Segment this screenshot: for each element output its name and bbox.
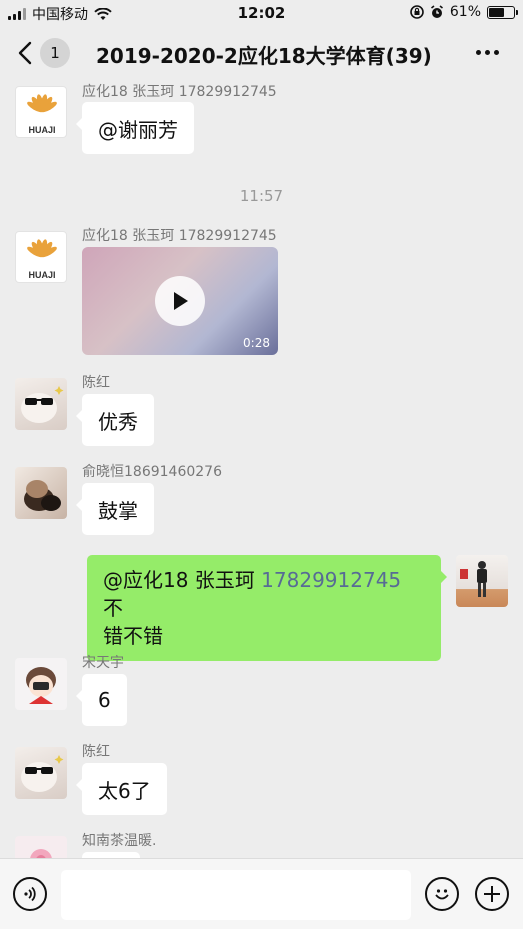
message-input[interactable] [61, 870, 411, 920]
emoji-icon [435, 889, 449, 900]
message-bubble[interactable]: 优秀 [76, 394, 154, 446]
flower-logo-icon: HUAJI [27, 239, 57, 280]
sender-name: 知南茶温暖. [82, 833, 157, 849]
message-list[interactable]: HUAJI 应化18 张玉珂 17829912745 @谢丽芳 11:57 HU… [0, 80, 523, 858]
plus-button[interactable] [475, 877, 509, 911]
message-item: HUAJI 应化18 张玉珂 17829912745 0:28 [0, 225, 523, 360]
message-item: 宋天宇 6 [0, 652, 523, 732]
message-item-outgoing: @应化18 张玉珂 17829912745 不错不错 [0, 555, 523, 661]
avatar-logo-text: HUAJI [28, 270, 55, 280]
message-text: 不 [103, 596, 123, 620]
chat-header: 1 2019-2020-2应化18大学体育(39) [0, 26, 523, 80]
orientation-lock-icon [410, 5, 424, 19]
video-duration: 0:28 [243, 336, 270, 350]
sender-name: 陈红 [82, 744, 110, 760]
message-item: 陈红 优秀 [0, 372, 523, 452]
avatar[interactable] [15, 747, 67, 799]
cat-avatar-icon [24, 480, 61, 511]
message-timestamp: 11:57 [239, 187, 284, 205]
plus-icon [484, 886, 500, 902]
sender-name: 俞晓恒18691460276 [82, 464, 222, 480]
voice-button[interactable] [13, 877, 47, 911]
unread-count-badge: 1 [40, 38, 70, 68]
mention-text: @应化18 张玉珂 [103, 568, 262, 592]
dog-sunglasses-avatar-icon [21, 755, 64, 792]
cartoon-boy-avatar-icon [26, 667, 56, 704]
message-item: 俞晓恒18691460276 鼓掌 [0, 461, 523, 541]
battery-percent: 61% [449, 4, 481, 20]
person-avatar-icon [460, 561, 487, 597]
more-dot [476, 50, 481, 55]
message-bubble[interactable]: 太6了 [76, 763, 167, 815]
video-message[interactable]: 0:28 [82, 247, 278, 355]
play-button[interactable] [155, 276, 205, 326]
mention-phone-link[interactable]: 17829912745 [261, 568, 401, 592]
avatar[interactable] [15, 378, 67, 430]
play-icon [174, 292, 188, 310]
sender-name: 应化18 张玉珂 17829912745 [82, 84, 277, 100]
input-bar [0, 858, 523, 929]
message-text: 错不错 [103, 624, 163, 648]
flower-avatar-icon [30, 849, 52, 858]
status-bar: 中国移动 12:02 61% [0, 0, 523, 26]
alarm-icon [430, 5, 443, 18]
dog-sunglasses-avatar-icon [21, 386, 64, 423]
my-avatar[interactable] [456, 555, 508, 607]
avatar[interactable] [15, 658, 67, 710]
chevron-left-icon [18, 41, 32, 65]
back-button[interactable]: 1 [18, 38, 78, 68]
more-dot [494, 50, 499, 55]
message-item: 陈红 太6了 [0, 741, 523, 821]
message-bubble[interactable]: @谢丽芳 [76, 102, 194, 154]
status-bar-right: 61% [410, 4, 518, 20]
chat-title: 2019-2020-2应化18大学体育(39) [96, 44, 432, 68]
message-item: 知南茶温暖. [0, 830, 523, 858]
avatar[interactable]: HUAJI [15, 86, 67, 138]
battery-fill [489, 7, 504, 17]
sender-name: 陈红 [82, 375, 110, 391]
avatar-logo-text: HUAJI [28, 125, 55, 135]
more-options-button[interactable] [476, 50, 499, 55]
sender-name: 宋天宇 [82, 655, 124, 671]
avatar[interactable] [15, 467, 67, 519]
avatar[interactable]: HUAJI [15, 231, 67, 283]
message-bubble[interactable]: 6 [76, 674, 127, 726]
battery-icon [487, 5, 518, 19]
message-bubble-outgoing[interactable]: @应化18 张玉珂 17829912745 不错不错 [87, 555, 447, 661]
flower-logo-icon: HUAJI [27, 94, 57, 135]
sender-name: 应化18 张玉珂 17829912745 [82, 228, 277, 244]
emoji-button[interactable] [425, 877, 459, 911]
avatar[interactable] [15, 836, 67, 858]
message-bubble[interactable]: 鼓掌 [76, 483, 154, 535]
more-dot [485, 50, 490, 55]
voice-icon [24, 886, 36, 902]
message-item: HUAJI 应化18 张玉珂 17829912745 @谢丽芳 [0, 80, 523, 155]
